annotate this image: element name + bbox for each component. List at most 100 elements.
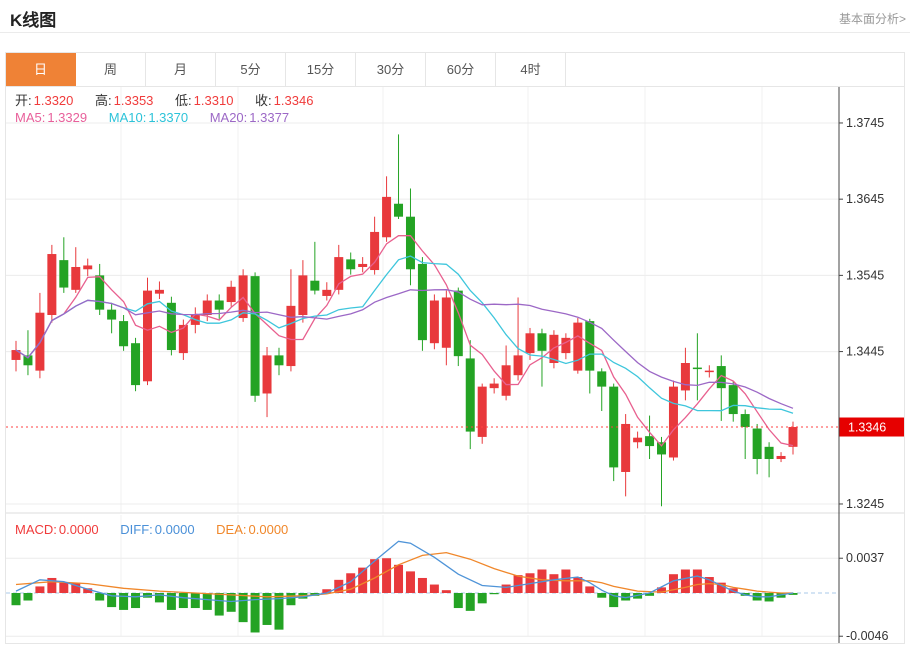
candle-body (358, 264, 367, 267)
candle-body (669, 387, 678, 458)
candle-body (370, 232, 379, 270)
candle-body (71, 267, 80, 290)
candle-body (729, 385, 738, 414)
candle-body (274, 355, 283, 365)
candle-body (346, 259, 355, 269)
tab-30min[interactable]: 30分 (356, 53, 426, 86)
tab-month[interactable]: 月 (146, 53, 216, 86)
candle-body (107, 310, 116, 320)
macd-bar (502, 585, 511, 593)
macd-bar (442, 590, 451, 593)
candle-body (131, 343, 140, 385)
macd-bar (35, 586, 44, 593)
price-axis-label: 1.3645 (846, 192, 884, 206)
dea-label: DEA: (216, 522, 246, 537)
candle-body (633, 438, 642, 443)
tab-4hour[interactable]: 4时 (496, 53, 566, 86)
candle-body (298, 275, 307, 315)
candle-body (597, 371, 606, 386)
candle-body (394, 204, 403, 217)
ma20-label: MA20: (210, 110, 248, 125)
candle-body (442, 297, 451, 347)
ma5-value: 1.3329 (47, 110, 87, 125)
dea-value: 0.0000 (249, 522, 289, 537)
low-value: 1.3310 (194, 93, 234, 108)
candle-body (203, 301, 212, 315)
candle-body (322, 290, 331, 296)
macd-bar (239, 593, 248, 622)
candle-body (430, 301, 439, 344)
macd-bar (693, 570, 702, 593)
kline-chart-canvas[interactable]: 1.37451.36451.35451.34451.32451.33460.00… (6, 87, 904, 643)
macd-bar (406, 571, 415, 593)
macd-bar (59, 583, 68, 593)
ma-legend: MA5:1.3329 MA10:1.3370 MA20:1.3377 (15, 110, 291, 125)
candle-body (537, 333, 546, 351)
candles-group (12, 134, 798, 506)
candle-body (514, 355, 523, 375)
low-label: 低: (175, 93, 192, 108)
candle-body (789, 427, 798, 447)
price-axis-label: 1.3745 (846, 116, 884, 130)
ma20-value: 1.3377 (249, 110, 289, 125)
macd-bar (263, 593, 272, 625)
candle-body (59, 260, 68, 287)
tab-15min[interactable]: 15分 (286, 53, 356, 86)
close-value: 1.3346 (274, 93, 314, 108)
macd-bar (514, 575, 523, 593)
candle-body (167, 303, 176, 350)
macd-bar (430, 585, 439, 593)
candle-body (466, 358, 475, 431)
macd-axis-label: -0.0046 (846, 629, 888, 643)
candle-body (286, 306, 295, 366)
tab-week[interactable]: 周 (76, 53, 146, 86)
current-price-label: 1.3346 (848, 421, 886, 435)
macd-bar (95, 593, 104, 601)
candle-body (406, 217, 415, 270)
candle-body (645, 436, 654, 446)
candle-body (418, 264, 427, 340)
macd-bar (227, 593, 236, 612)
candle-body (765, 447, 774, 459)
macd-axis-label: 0.0037 (846, 551, 884, 565)
high-value: 1.3353 (114, 93, 154, 108)
candle-body (777, 456, 786, 459)
macd-label: MACD: (15, 522, 57, 537)
candle-body (573, 323, 582, 371)
candle-body (47, 254, 56, 315)
candle-body (478, 387, 487, 437)
price-axis-label: 1.3245 (846, 497, 884, 511)
diff-value: 0.0000 (155, 522, 195, 537)
macd-bar (179, 593, 188, 608)
candle-body (693, 368, 702, 370)
candle-body (155, 290, 164, 294)
tab-day[interactable]: 日 (6, 53, 76, 86)
page-title: K线图 (10, 6, 56, 31)
candle-body (621, 424, 630, 472)
tab-60min[interactable]: 60分 (426, 53, 496, 86)
candle-body (526, 333, 535, 353)
candle-body (251, 276, 260, 396)
macd-bar (454, 593, 463, 608)
macd-bar (478, 593, 487, 603)
macd-bar (394, 565, 403, 593)
macd-bar (12, 593, 21, 605)
close-label: 收: (255, 93, 272, 108)
chart-container: 1.37451.36451.35451.34451.32451.33460.00… (5, 86, 905, 644)
macd-bar (191, 593, 200, 608)
ma10-label: MA10: (109, 110, 147, 125)
candle-body (310, 281, 319, 291)
macd-bar (549, 574, 558, 593)
macd-bar (418, 578, 427, 593)
candle-body (382, 197, 391, 237)
candle-body (119, 321, 128, 346)
macd-bar (597, 593, 606, 598)
macd-bar (286, 593, 295, 605)
macd-bar (131, 593, 140, 608)
ma5-label: MA5: (15, 110, 45, 125)
candle-body (490, 384, 499, 389)
tab-5min[interactable]: 5分 (216, 53, 286, 86)
fundamental-analysis-link[interactable]: 基本面分析> (839, 10, 906, 27)
period-tab-bar: 日 周 月 5分 15分 30分 60分 4时 (5, 52, 905, 86)
candle-body (657, 442, 666, 454)
